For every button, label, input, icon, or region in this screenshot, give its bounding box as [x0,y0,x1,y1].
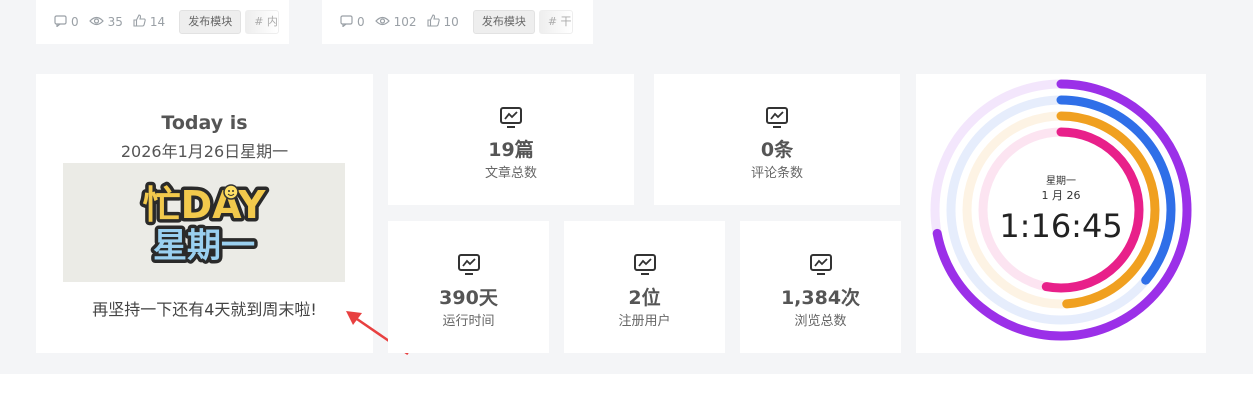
weekend-countdown-message: 再坚持一下还有4天就到周末啦! [92,300,317,319]
post-meta: 0 35 14 发布模块 # 内 [54,10,280,34]
stat-label: 评论条数 [750,166,803,181]
post-tag[interactable]: 发布模块 [472,10,535,34]
eye-icon [374,15,390,29]
stat-card-articles[interactable]: 19篇 文章总数 [388,74,634,205]
view-count: 35 [107,15,123,29]
clock-card: 星期一 1 月 26 1:16:45 [916,74,1206,353]
chart-monitor-icon [500,107,522,128]
chart-monitor-icon [457,254,480,275]
stat-label: 文章总数 [484,166,537,181]
illustration-text-top-fill: 忙DAY [143,183,266,227]
stat-value: 19篇 [488,139,534,161]
illustration-text-bottom-fill: 星期一 [153,226,255,266]
post-tag-secondary[interactable]: # 干 [538,10,573,34]
comment-icon [54,14,67,30]
comment-count: 0 [357,15,365,29]
stat-label: 运行时间 [442,314,495,329]
view-count: 102 [393,15,417,29]
like-count: 10 [443,15,459,29]
thumbs-up-icon [133,14,146,30]
stat-value: 2位 [628,287,661,309]
post-card[interactable]: 0 102 10 发布模块 # 干 [322,0,593,44]
today-card: Today is 2026年1月26日星期一 忙DAY 忙DAY 星期一 星期一… [36,74,373,353]
post-meta: 0 102 10 发布模块 # 干 [340,10,573,34]
stat-value: 390天 [439,287,498,309]
post-tag-secondary[interactable]: # 内 [245,10,280,34]
today-date: 2026年1月26日星期一 [120,142,289,161]
clock-time: 1:16:45 [999,207,1123,245]
post-tag[interactable]: 发布模块 [179,10,242,34]
thumbs-up-icon [426,14,440,30]
today-title: Today is [161,112,248,134]
clock-date: 1 月 26 [1041,189,1081,202]
stat-card-runtime[interactable]: 390天 运行时间 [388,221,549,353]
stat-value: 1,384次 [780,287,861,309]
like-count: 14 [149,15,166,29]
eye-icon [88,15,104,29]
chart-monitor-icon [633,254,656,275]
stat-card-views[interactable]: 1,384次 浏览总数 [740,221,901,353]
comment-count: 0 [71,15,79,29]
post-card[interactable]: 0 35 14 发布模块 # 内 [36,0,289,44]
chart-monitor-icon [766,107,788,128]
stat-value: 0条 [760,139,794,161]
stat-label: 浏览总数 [794,314,847,329]
stat-card-comments[interactable]: 0条 评论条数 [654,74,900,205]
comment-icon [340,14,353,30]
clock-weekday: 星期一 [1046,176,1076,187]
stat-card-users[interactable]: 2位 注册用户 [564,221,725,353]
weekday-illustration: 忙DAY 忙DAY 星期一 星期一 [63,163,345,282]
chart-monitor-icon [809,254,832,275]
stat-label: 注册用户 [618,314,671,329]
